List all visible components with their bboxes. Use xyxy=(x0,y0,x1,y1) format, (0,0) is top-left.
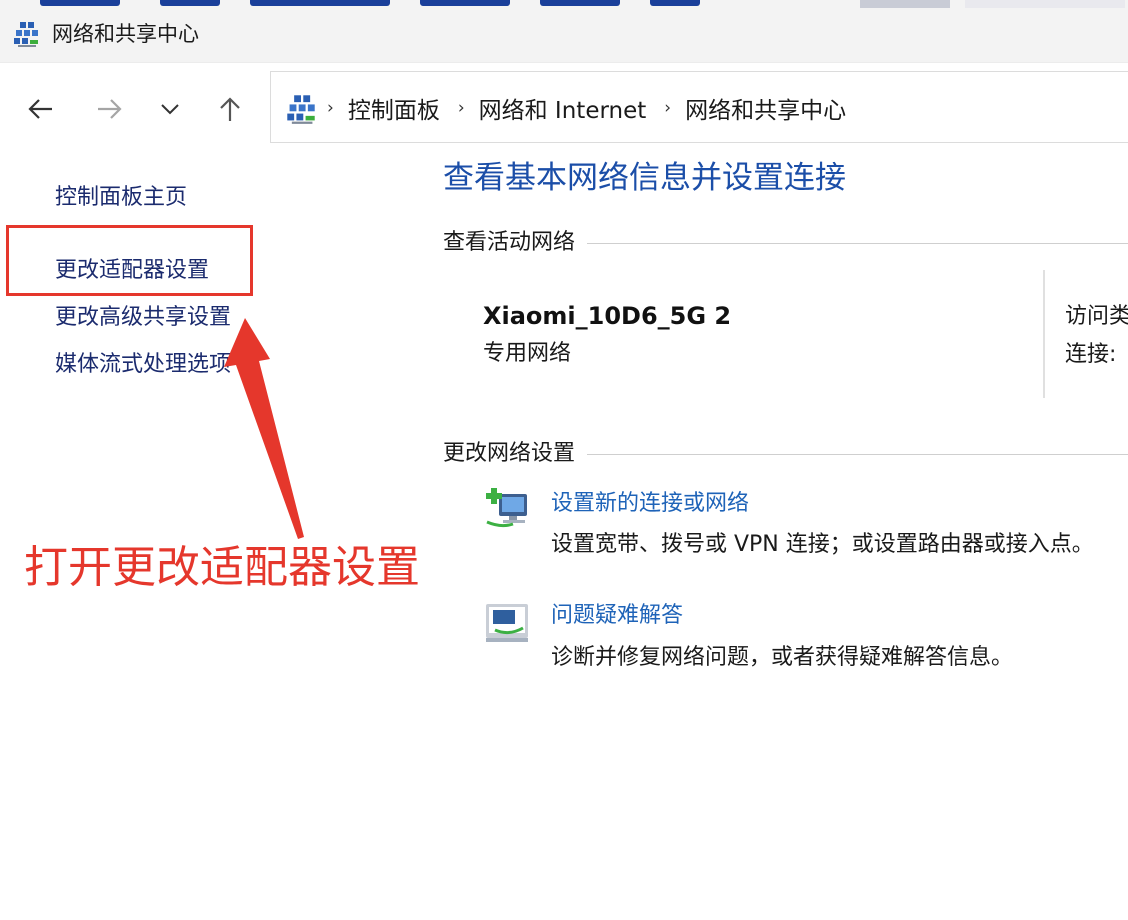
network-sharing-center-window: 网络和共享中心 › 控制面板 › 网络和 Internet › 网络和共享中心 … xyxy=(0,0,1128,920)
divider xyxy=(587,242,1128,244)
network-type-link: 专用网络 xyxy=(483,341,572,366)
navigation-bar: › 控制面板 › 网络和 Internet › 网络和共享中心 xyxy=(0,63,1128,153)
address-bar[interactable]: › 控制面板 › 网络和 Internet › 网络和共享中心 xyxy=(270,71,1128,143)
page-title: 查看基本网络信息并设置连接 xyxy=(443,160,846,196)
network-name: Xiaomi_10D6_5G 2 xyxy=(483,302,732,330)
change-advanced-sharing-link[interactable]: 更改高级共享设置 xyxy=(55,303,231,333)
background-strip xyxy=(0,0,1128,8)
breadcrumb-network-internet[interactable]: 网络和 Internet xyxy=(479,91,647,125)
annotation-highlight-box xyxy=(6,225,253,296)
access-type-label: 访问类 xyxy=(1065,304,1128,329)
window-title: 网络和共享中心 xyxy=(52,22,199,46)
chevron-right-icon[interactable]: › xyxy=(458,98,465,118)
forward-button[interactable] xyxy=(92,91,128,127)
network-sharing-center-icon xyxy=(14,22,38,47)
troubleshoot-description: 诊断并修复网络问题，或者获得疑难解答信息。 xyxy=(551,645,1014,670)
divider xyxy=(587,453,1128,455)
up-button[interactable] xyxy=(212,91,248,127)
setup-new-connection-description: 设置宽带、拨号或 VPN 连接；或设置路由器或接入点。 xyxy=(551,532,1094,557)
change-settings-heading-text: 更改网络设置 xyxy=(443,441,576,466)
media-streaming-options-link[interactable]: 媒体流式处理选项 xyxy=(55,350,231,380)
connections-label: 连接: xyxy=(1065,342,1117,367)
chevron-down-icon xyxy=(161,104,179,115)
active-networks-heading-text: 查看活动网络 xyxy=(443,230,576,255)
arrow-left-icon xyxy=(28,99,52,119)
arrow-up-icon xyxy=(220,97,240,121)
control-panel-home-link[interactable]: 控制面板主页 xyxy=(55,183,187,213)
divider xyxy=(1043,270,1045,398)
chevron-right-icon[interactable]: › xyxy=(664,98,671,118)
new-connection-icon xyxy=(486,488,527,528)
breadcrumb-control-panel[interactable]: 控制面板 xyxy=(348,91,440,125)
breadcrumb: › 控制面板 › 网络和 Internet › 网络和共享中心 xyxy=(327,72,860,144)
back-button[interactable] xyxy=(22,91,58,127)
annotation-text: 打开更改适配器设置 xyxy=(24,542,420,593)
arrow-right-icon xyxy=(98,99,122,119)
recent-locations-button[interactable] xyxy=(152,91,188,127)
change-settings-heading: 更改网络设置 xyxy=(443,439,1128,469)
active-networks-heading: 查看活动网络 xyxy=(443,228,1128,258)
troubleshoot-icon xyxy=(486,604,528,642)
network-sharing-center-icon xyxy=(287,95,315,124)
troubleshoot-link[interactable]: 问题疑难解答 xyxy=(551,601,683,631)
title-bar[interactable]: 网络和共享中心 xyxy=(0,8,1128,63)
left-task-pane: 控制面板主页 更改适配器设置 更改高级共享设置 媒体流式处理选项 打开更改适配器… xyxy=(0,153,420,920)
breadcrumb-network-sharing-center[interactable]: 网络和共享中心 xyxy=(685,91,846,125)
setup-new-connection-link[interactable]: 设置新的连接或网络 xyxy=(551,489,749,519)
chevron-right-icon[interactable]: › xyxy=(327,98,334,118)
